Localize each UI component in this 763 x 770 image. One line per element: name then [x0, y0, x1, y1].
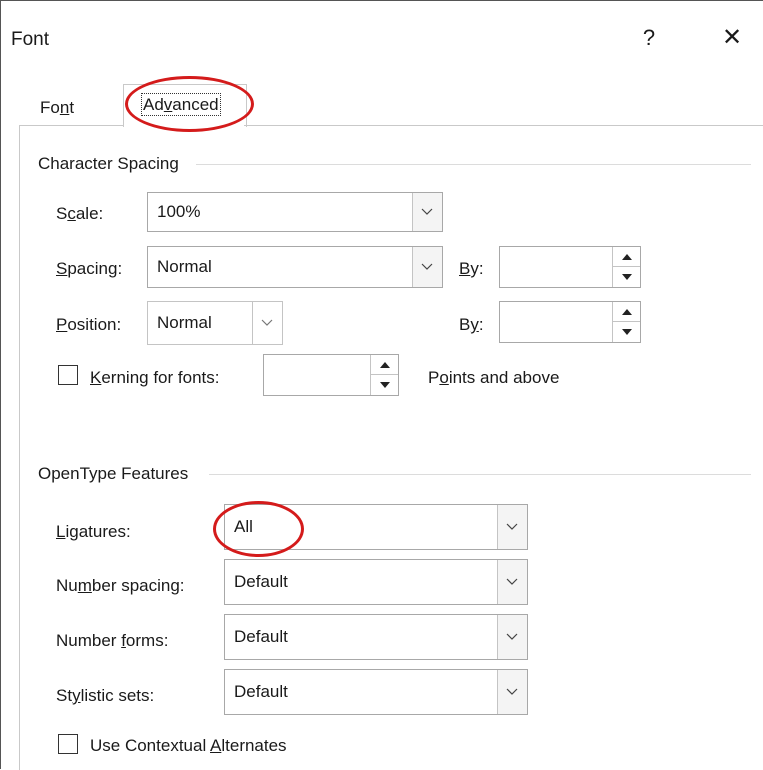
position-by-label: By: [459, 315, 484, 334]
font-dialog: Font ? ✕ Font Advanced Character Spacing… [0, 0, 763, 770]
tab-font[interactable]: Font [40, 98, 74, 118]
number-spacing-combo[interactable]: Default [224, 559, 528, 605]
stylistic-sets-label: Stylistic sets: [56, 686, 155, 705]
spacing-combo[interactable]: Normal [147, 246, 443, 288]
kerning-spin-buttons [370, 355, 398, 395]
position-by-spinner[interactable] [499, 301, 641, 343]
position-by-spin-buttons [612, 302, 640, 342]
scale-value: 100% [157, 202, 201, 221]
number-spacing-label: Number spacing: [56, 576, 185, 595]
chevron-down-icon [261, 319, 273, 326]
arrow-down-icon [622, 329, 632, 335]
scale-combo[interactable]: 100% [147, 192, 443, 232]
kerning-down-button[interactable] [371, 375, 398, 395]
spacing-by-label: By: [459, 259, 484, 278]
spacing-label: Spacing: [56, 259, 123, 278]
scale-label: Scale: [56, 204, 104, 223]
chevron-down-icon [506, 578, 518, 585]
contextual-alternates-label: Use Contextual Alternates [90, 736, 287, 755]
position-dropdown-button[interactable] [252, 302, 282, 344]
close-button[interactable]: ✕ [717, 23, 747, 52]
arrow-up-icon [622, 253, 632, 260]
spacing-by-spin-buttons [612, 247, 640, 287]
kerning-points-spinner[interactable] [263, 354, 399, 396]
character-spacing-rule [196, 164, 751, 165]
kerning-label: Kerning for fonts: [90, 368, 220, 387]
position-by-down-button[interactable] [613, 322, 640, 342]
chevron-down-icon [506, 633, 518, 640]
tab-advanced[interactable]: Advanced [141, 93, 221, 116]
position-by-up-button[interactable] [613, 302, 640, 322]
opentype-rule [209, 474, 751, 475]
stylistic-sets-dropdown-button[interactable] [497, 670, 527, 714]
position-value: Normal [157, 313, 212, 332]
scale-dropdown-button[interactable] [412, 193, 442, 231]
chevron-down-icon [421, 263, 433, 270]
ligatures-dropdown-button[interactable] [497, 505, 527, 549]
number-forms-dropdown-button[interactable] [497, 615, 527, 659]
arrow-down-icon [380, 382, 390, 388]
chevron-down-icon [506, 523, 518, 530]
ligatures-value: All [234, 517, 253, 536]
position-combo[interactable]: Normal [147, 301, 283, 345]
tab-advanced-gap [124, 125, 244, 127]
spacing-value: Normal [157, 257, 212, 276]
help-button[interactable]: ? [637, 25, 661, 51]
contextual-alternates-checkbox[interactable] [58, 734, 78, 754]
number-forms-label: Number forms: [56, 631, 169, 650]
ligatures-label: Ligatures: [56, 522, 131, 541]
ligatures-combo[interactable]: All [224, 504, 528, 550]
number-spacing-dropdown-button[interactable] [497, 560, 527, 604]
spacing-by-down-button[interactable] [613, 267, 640, 287]
stylistic-sets-combo[interactable]: Default [224, 669, 528, 715]
arrow-down-icon [622, 274, 632, 280]
dialog-title: Font [11, 29, 50, 50]
arrow-up-icon [380, 361, 390, 368]
chevron-down-icon [506, 688, 518, 695]
stylistic-sets-value: Default [234, 682, 288, 701]
number-forms-value: Default [234, 627, 288, 646]
spacing-dropdown-button[interactable] [412, 247, 442, 287]
tab-advanced-label: Advanced [141, 93, 221, 116]
kerning-checkbox[interactable] [58, 365, 78, 385]
number-spacing-value: Default [234, 572, 288, 591]
chevron-down-icon [421, 208, 433, 215]
kerning-suffix-label: Points and above [428, 368, 560, 387]
number-forms-combo[interactable]: Default [224, 614, 528, 660]
opentype-title: OpenType Features [38, 464, 197, 484]
position-label: Position: [56, 315, 122, 334]
kerning-up-button[interactable] [371, 355, 398, 375]
character-spacing-title: Character Spacing [38, 154, 187, 174]
spacing-by-spinner[interactable] [499, 246, 641, 288]
arrow-up-icon [622, 308, 632, 315]
tab-panel-border-left [19, 125, 20, 770]
spacing-by-up-button[interactable] [613, 247, 640, 267]
